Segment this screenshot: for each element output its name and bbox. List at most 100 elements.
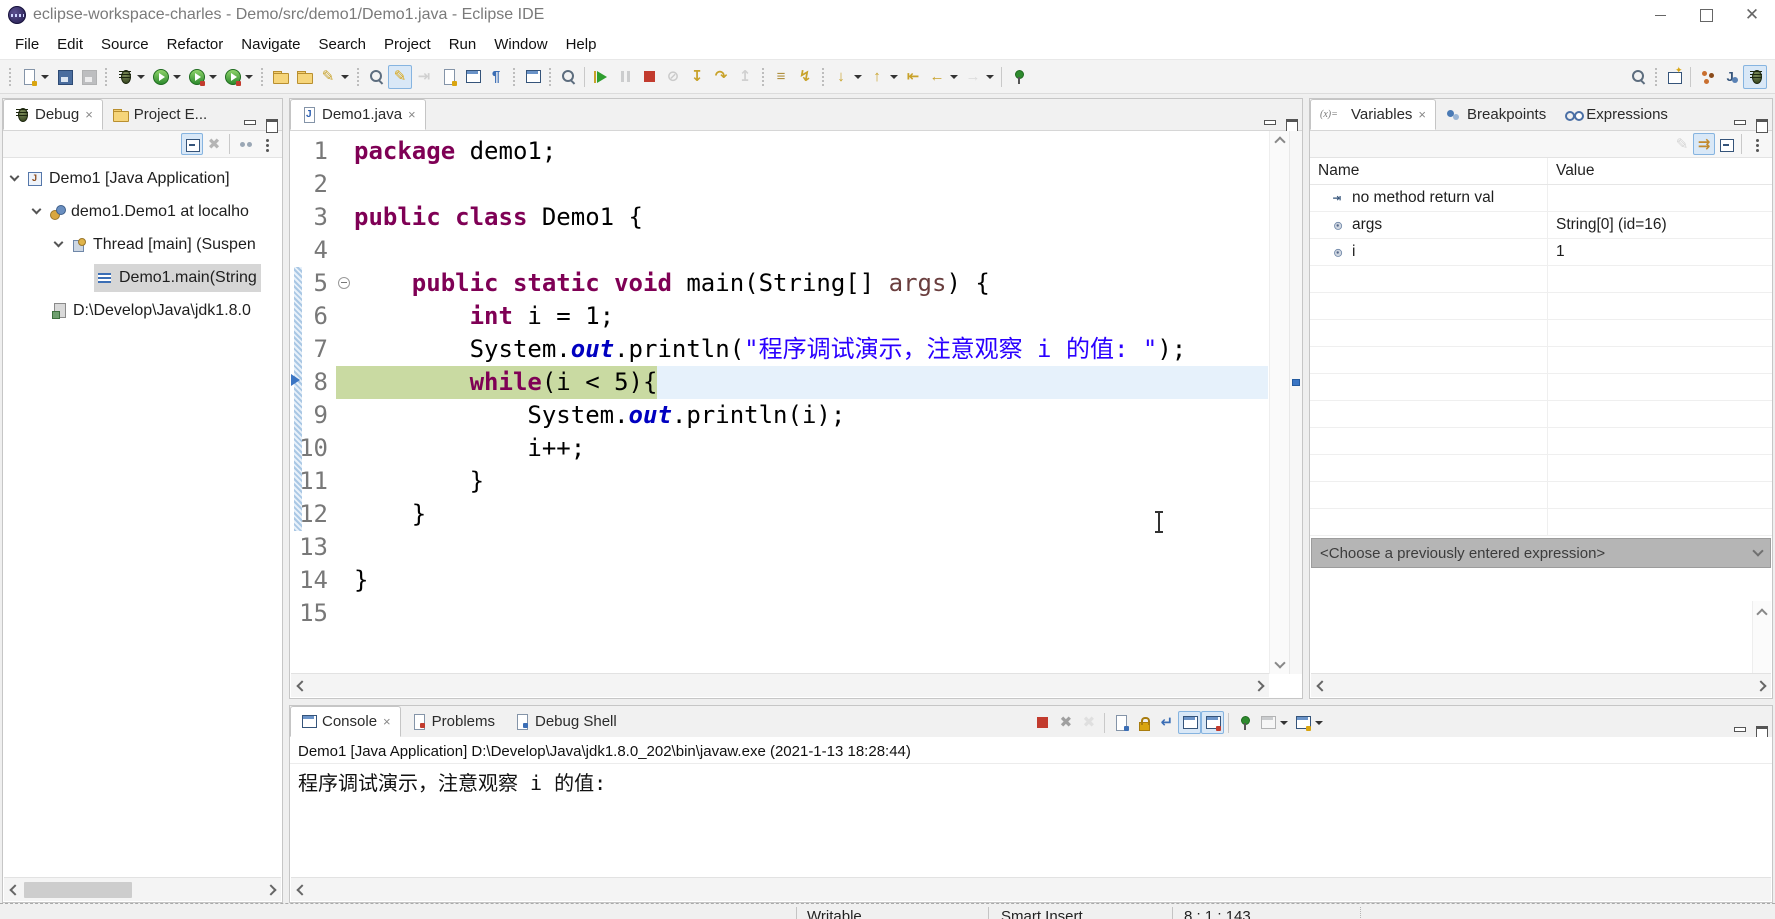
suspend-button[interactable] [613,65,637,89]
clear-console-button[interactable] [1109,711,1132,734]
maximize-view-button[interactable] [1754,725,1768,740]
run-button-dropdown-icon[interactable] [173,74,181,79]
maximize-editor-button[interactable] [1284,118,1298,133]
code-line[interactable]: 3 public class Demo1 { [290,201,1268,234]
display-console-button-dropdown-icon[interactable] [1280,720,1289,725]
code-line[interactable]: 15 [290,597,1268,630]
menu-item-run[interactable]: Run [440,33,486,56]
external-tools-button[interactable]: ✎ [316,65,340,89]
next-annotation-button-dropdown-icon[interactable] [854,74,862,79]
code-line[interactable]: 12 } [290,498,1268,531]
remove-launch-button[interactable]: ✖ [1054,711,1077,734]
menu-item-help[interactable]: Help [557,33,606,56]
debug-tree-item[interactable]: demo1.Demo1 at localho [3,195,282,228]
variables-hscrollbar[interactable] [1311,673,1771,697]
expression-combo[interactable]: <Choose a previously entered expression> [1311,538,1771,568]
code-line[interactable]: 10 i++; [290,432,1268,465]
scrollbar-thumb[interactable] [24,881,132,898]
debug-tree-item[interactable]: Demo1.main(String [3,261,282,294]
debug-tab-debug[interactable]: Debug × [3,99,103,130]
show-whitespace-button[interactable]: ¶ [484,65,508,89]
save-button[interactable] [52,65,76,89]
tree-expanded-icon[interactable] [31,204,42,215]
close-window-button[interactable]: ✕ [1729,0,1775,30]
run-button[interactable] [148,65,172,89]
profile-button[interactable] [220,65,244,89]
scroll-left-icon[interactable] [1311,674,1329,697]
code-line[interactable]: 14} [290,564,1268,597]
new-wizard-button[interactable] [16,65,40,89]
code-line[interactable]: 13 [290,531,1268,564]
maximize-view-button[interactable] [264,118,278,133]
editor-hscrollbar[interactable] [291,673,1269,697]
variables-row[interactable]: no method return val [1310,185,1772,212]
scroll-right-icon[interactable] [1753,674,1771,697]
terminate-console-button[interactable] [1031,711,1054,734]
code-line[interactable]: 1 package demo1; [290,135,1268,168]
debug-button[interactable] [112,65,136,89]
collapse-all-button[interactable] [1715,133,1737,155]
coverage-button[interactable] [184,65,208,89]
debug-view-hscrollbar[interactable] [4,877,281,901]
console-tab-debug-shell[interactable]: Debug Shell [504,706,626,737]
code-line[interactable]: 9 System.out.println(i); [290,399,1268,432]
code-line[interactable]: 6 int i = 1; [290,300,1268,333]
step-into-button[interactable]: ↧ [685,65,709,89]
selected-tree-item[interactable]: Demo1.main(String [94,263,261,292]
open-type-button[interactable] [364,65,388,89]
scroll-lock-button[interactable] [1132,711,1155,734]
menu-item-edit[interactable]: Edit [48,33,92,56]
coverage-button-dropdown-icon[interactable] [209,74,217,79]
debug-tree-item[interactable]: Thread [main] (Suspen [3,228,282,261]
close-tab-icon[interactable]: × [408,107,416,122]
new-java-project-button[interactable] [268,65,292,89]
debug-perspective-button[interactable] [1743,64,1767,89]
menu-item-file[interactable]: File [6,33,48,56]
save-all-button[interactable] [76,65,100,89]
profile-button-dropdown-icon[interactable] [245,74,253,79]
scroll-left-icon[interactable] [291,878,309,901]
code-line[interactable]: 8 while(i < 5){ [290,366,1268,399]
collapse-all-button[interactable] [181,133,203,155]
console-tab-problems[interactable]: Problems [401,706,504,737]
expression-detail-pane[interactable] [1311,601,1771,673]
console-hscrollbar[interactable] [291,877,1771,901]
debug-tree-item[interactable]: D:\Develop\Java\jdk1.8.0 [3,294,282,327]
open-task-button[interactable] [292,65,316,89]
word-wrap-button[interactable]: ↵ [1155,711,1178,734]
column-value[interactable]: Value [1548,162,1772,180]
show-stdout-toggle[interactable] [1178,711,1202,734]
next-edit-button[interactable]: ⇥ [412,65,436,89]
debug-tab-project-e-[interactable]: Project E... [103,99,216,130]
overview-ruler[interactable] [1289,131,1302,674]
java-editor[interactable]: 1 package demo1; 2 3 public class Demo1 {4 5 … [290,131,1302,698]
right-tab-variables[interactable]: Variables × [1310,99,1437,130]
debug-tree-item[interactable]: Demo1 [Java Application] [3,162,282,195]
resume-button[interactable] [589,65,613,89]
forward-button[interactable]: → [961,65,985,89]
last-edit-location-button[interactable]: ⇤ [901,65,925,89]
current-line-marker[interactable] [1292,379,1300,386]
scroll-up-icon[interactable] [1756,608,1768,620]
templates-button[interactable] [460,65,484,89]
right-tab-expressions[interactable]: Expressions [1555,99,1677,130]
pin-editor-button[interactable] [1006,65,1030,89]
java-browsing-perspective-button[interactable] [1695,65,1719,89]
console-output-area[interactable]: Demo1 [Java Application] D:\Develop\Java… [290,737,1772,878]
disconnect-button[interactable]: ⊘ [661,65,685,89]
open-perspective-button[interactable] [1662,65,1686,89]
close-tab-icon[interactable]: × [1418,107,1426,122]
code-line[interactable]: 5 public static void main(String[] args)… [290,267,1268,300]
remove-all-terminated-button[interactable]: ✖ [203,133,225,155]
java-perspective-button[interactable] [1719,65,1743,89]
console-tab-console[interactable]: Console × [290,706,401,737]
detail-vscrollbar[interactable] [1752,601,1771,673]
code-line[interactable]: 11 } [290,465,1268,498]
scroll-down-icon[interactable] [1273,657,1286,669]
code-line[interactable]: 4 [290,234,1268,267]
maximize-view-button[interactable] [1754,118,1768,133]
menu-item-search[interactable]: Search [309,33,375,56]
variables-row[interactable]: i1 [1310,239,1772,266]
remove-all-launches-button[interactable]: ✖ [1077,711,1100,734]
menu-item-source[interactable]: Source [92,33,158,56]
